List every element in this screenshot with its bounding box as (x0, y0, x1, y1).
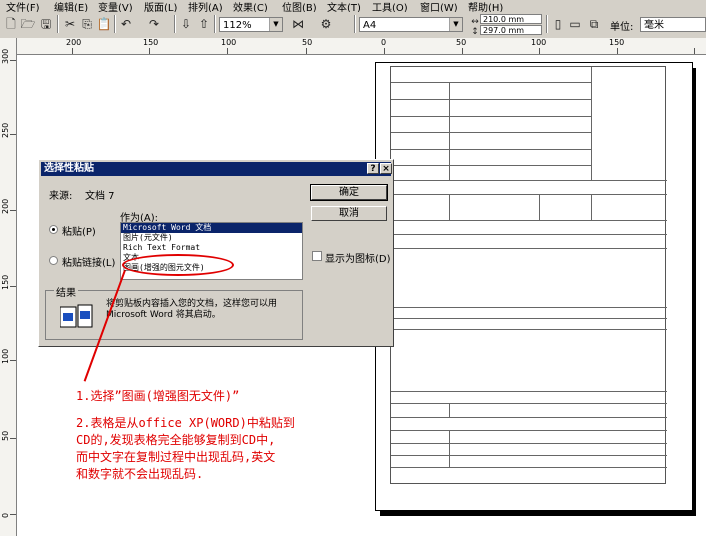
page-width-field[interactable]: 210.0 mm (480, 14, 542, 24)
zoom-value: 112% (223, 20, 252, 31)
annotation-note-2-line4: 和数字就不会出现乱码. (76, 467, 204, 481)
source-value: 文档 7 (85, 191, 115, 202)
display-as-icon-label[interactable]: 显示为图标(D) (325, 250, 391, 265)
result-paste-icon (60, 304, 93, 328)
ruler-label: 50 (302, 38, 313, 47)
snap-icon[interactable]: ⋈ (290, 16, 306, 32)
ruler-label: 0 (381, 38, 387, 47)
menu-effects[interactable]: 效果(C) (233, 0, 268, 12)
menu-tools[interactable]: 工具(O) (372, 0, 408, 12)
paste-link-radio-label[interactable]: 粘贴链接(L) (62, 254, 115, 269)
save-icon[interactable]: 🖫 (38, 16, 54, 32)
vertical-ruler[interactable]: 300 250 200 150 100 50 0 (0, 38, 17, 536)
horizontal-ruler[interactable]: 200 150 100 50 0 50 100 150 (16, 38, 706, 55)
cancel-button[interactable]: 取消 (311, 206, 387, 221)
ruler-label: 50 (1, 430, 10, 441)
paper-size-combo[interactable]: A4 ▼ (359, 17, 463, 32)
display-as-icon-checkbox[interactable] (312, 251, 322, 261)
ruler-label: 100 (221, 38, 237, 47)
annotation-note-1: 1.选择”图画(增强图无文件)” (76, 389, 240, 403)
highlight-ellipse (122, 254, 234, 276)
ruler-label: 50 (456, 38, 467, 47)
list-item[interactable]: Rich Text Format (121, 243, 302, 253)
menu-window[interactable]: 窗口(W) (420, 0, 458, 12)
page-layout-icon[interactable]: ⧉ (586, 16, 602, 32)
menu-help[interactable]: 帮助(H) (468, 0, 503, 12)
ruler-label: 250 (1, 122, 10, 138)
paper-size-value: A4 (363, 20, 377, 31)
annotation-note-2-line2: CD的,发现表格完全能够复制到CD中, (76, 433, 276, 447)
menu-arrange[interactable]: 排列(A) (188, 0, 223, 12)
page-height-field[interactable]: 297.0 mm (480, 25, 542, 35)
source-label: 来源: (49, 191, 73, 202)
result-description: 将剪贴板内容插入您的文档，这样您可以用 Microsoft Word 将其启动。 (106, 299, 278, 320)
dialog-titlebar[interactable]: 选择性粘贴 ? × (41, 162, 392, 176)
ruler-label: 150 (143, 38, 159, 47)
chevron-down-icon[interactable]: ▼ (449, 18, 462, 31)
toolbar: 🗋 🗁 🖫 ✂ ⎘ 📋 ↶ ↷ ⇩ ⇧ 112% ▼ ⋈ ⚙ A4 ▼ ↔ ↕ … (0, 12, 706, 39)
new-icon[interactable]: 🗋 (3, 16, 19, 32)
ruler-label: 200 (66, 38, 82, 47)
unit-value: 毫米 (644, 20, 664, 31)
result-title: 结果 (54, 284, 78, 299)
ok-button[interactable]: 确定 (310, 184, 388, 201)
close-button[interactable]: × (380, 163, 392, 174)
paste-special-dialog: 选择性粘贴 ? × 来源: 文档 7 作为(A): 粘贴(P) 粘贴链接(L) … (38, 159, 394, 347)
import-icon[interactable]: ⇩ (178, 16, 194, 32)
menu-bar: 文件(F) 编辑(E) 变量(V) 版面(L) 排列(A) 效果(C) 位图(B… (0, 0, 706, 12)
help-button[interactable]: ? (367, 163, 379, 174)
export-icon[interactable]: ⇧ (196, 16, 212, 32)
redo-icon[interactable]: ↷ (146, 16, 162, 32)
menu-layout[interactable]: 版面(L) (144, 0, 177, 12)
copy-icon[interactable]: ⎘ (79, 16, 95, 32)
list-item[interactable]: Microsoft Word 文档 (121, 223, 302, 233)
landscape-icon[interactable]: ▭ (567, 16, 583, 32)
undo-icon[interactable]: ↶ (118, 16, 134, 32)
paste-link-radio[interactable] (49, 256, 58, 265)
ruler-label: 200 (1, 198, 10, 214)
menu-bitmaps[interactable]: 位图(B) (282, 0, 317, 12)
annotation-note-2-line1: 2.表格是从office XP(WORD)中粘贴到 (76, 416, 295, 430)
ruler-label: 300 (1, 48, 10, 64)
pasted-table[interactable] (390, 66, 667, 484)
list-item[interactable]: 图片(元文件) (121, 233, 302, 243)
ruler-label: 0 (1, 512, 10, 518)
ruler-label: 150 (1, 274, 10, 290)
result-group: 结果 将剪贴板内容插入您的文档，这样您可以用 Microsoft Word 将其… (45, 284, 303, 340)
ruler-label: 100 (1, 348, 10, 364)
paste-radio-label[interactable]: 粘贴(P) (62, 223, 96, 238)
unit-combo[interactable]: 毫米 (640, 17, 706, 32)
annotation-note-2-line3: 而中文字在复制过程中出现乱码,英文 (76, 450, 276, 464)
dialog-title: 选择性粘贴 (44, 163, 94, 174)
zoom-combo[interactable]: 112% ▼ (219, 17, 283, 32)
menu-view[interactable]: 变量(V) (98, 0, 133, 12)
options-icon[interactable]: ⚙ (318, 16, 334, 32)
open-icon[interactable]: 🗁 (20, 16, 36, 32)
chevron-down-icon[interactable]: ▼ (269, 18, 282, 31)
cut-icon[interactable]: ✂ (62, 16, 78, 32)
menu-text[interactable]: 文本(T) (327, 0, 361, 12)
ruler-label: 150 (609, 38, 625, 47)
ruler-label: 100 (531, 38, 547, 47)
portrait-icon[interactable]: ▯ (550, 16, 566, 32)
paste-icon[interactable]: 📋 (96, 16, 112, 32)
menu-file[interactable]: 文件(F) (6, 0, 40, 12)
unit-label: 单位: (610, 22, 634, 33)
menu-edit[interactable]: 编辑(E) (54, 0, 88, 12)
paste-radio[interactable] (49, 225, 58, 234)
